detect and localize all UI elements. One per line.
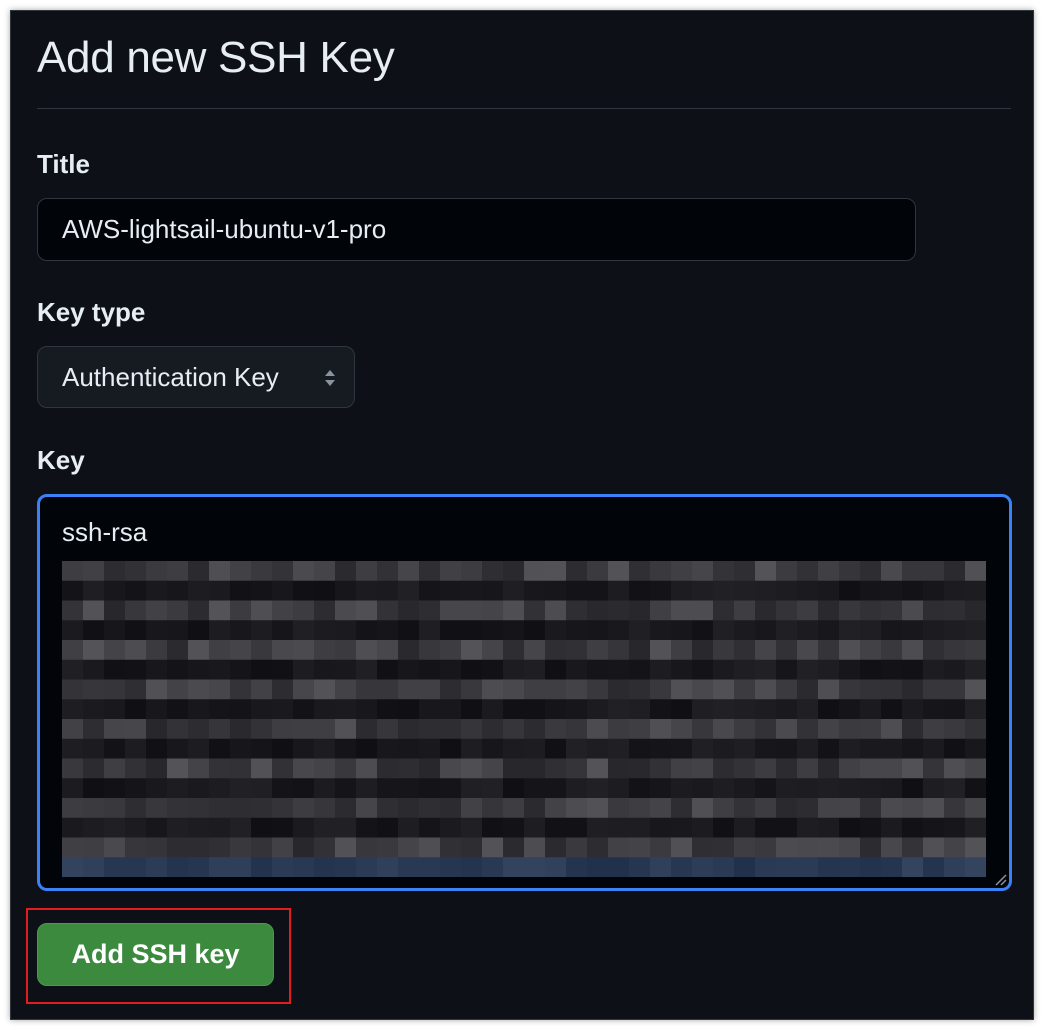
- title-input[interactable]: [37, 198, 916, 261]
- key-type-label: Key type: [37, 297, 146, 327]
- title-label: Title: [37, 149, 90, 179]
- key-prefix-text: ssh-rsa: [62, 517, 148, 547]
- add-ssh-key-button[interactable]: Add SSH key: [37, 923, 274, 986]
- resize-handle-icon[interactable]: [993, 872, 1007, 886]
- key-textarea[interactable]: ssh-rsa: [37, 494, 1012, 891]
- page-title: Add new SSH Key: [37, 33, 395, 82]
- key-label: Key: [37, 445, 85, 475]
- add-ssh-key-panel: Add new SSH Key Title Key type Authentic…: [10, 10, 1034, 1020]
- key-type-select[interactable]: Authentication Key: [37, 346, 355, 408]
- select-up-down-icon: [325, 370, 335, 386]
- redacted-key-body: [62, 561, 986, 877]
- key-type-selected-value: Authentication Key: [62, 362, 279, 392]
- title-divider: [37, 108, 1011, 109]
